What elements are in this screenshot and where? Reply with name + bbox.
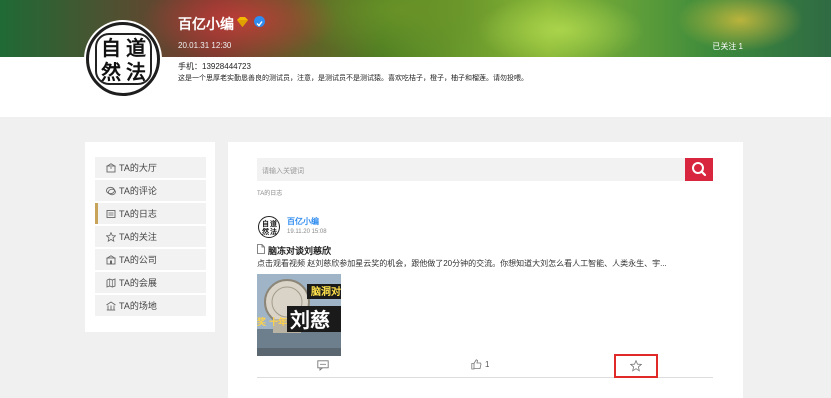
avatar-seal: 自 道 然 法 bbox=[95, 33, 152, 85]
post-title[interactable]: 脑冻对谈刘慈欣 bbox=[268, 244, 331, 257]
sidebar-item-hall[interactable]: TA的大厅 bbox=[95, 157, 206, 178]
post-timestamp: 19.11.20 15:08 bbox=[287, 229, 327, 235]
avatar-char: 自 bbox=[262, 219, 269, 228]
hall-icon bbox=[106, 162, 116, 172]
diamond-icon bbox=[237, 17, 248, 27]
sidebar-item-label: TA的会展 bbox=[119, 278, 157, 288]
expo-icon bbox=[106, 277, 116, 288]
sidebar-item-following[interactable]: TA的关注 bbox=[95, 226, 206, 247]
thumbnail-image: 脑洞对 刘慈 奖 十年 bbox=[257, 274, 341, 356]
registration-date: 20.01.31 12:30 bbox=[178, 41, 232, 50]
video-thumbnail[interactable]: 脑洞对 刘慈 奖 十年 bbox=[257, 274, 341, 356]
document-icon bbox=[257, 244, 265, 254]
username: 百亿小编 bbox=[178, 16, 234, 32]
sidebar: TA的大厅 TA的评论 TA的日志 TA的关注 TA的公司 TA的会展 TA的场… bbox=[85, 142, 215, 332]
sidebar-item-expo[interactable]: TA的会展 bbox=[95, 272, 206, 293]
sidebar-item-label: TA的日志 bbox=[119, 209, 157, 219]
like-button[interactable]: 1 bbox=[471, 359, 489, 370]
search-input[interactable]: 请输入关键词 bbox=[257, 158, 687, 181]
sidebar-item-label: TA的关注 bbox=[119, 232, 157, 242]
thumbnail-caption-top: 脑洞对 bbox=[311, 285, 341, 298]
star-icon bbox=[630, 360, 642, 372]
star-icon bbox=[106, 231, 116, 242]
search-icon bbox=[692, 162, 707, 177]
sidebar-item-label: TA的评论 bbox=[119, 186, 157, 196]
sidebar-item-label: TA的公司 bbox=[119, 255, 157, 265]
sidebar-item-company[interactable]: TA的公司 bbox=[95, 249, 206, 270]
log-icon bbox=[106, 209, 116, 218]
user-bio: 这是一个思厚老实勤恳善良的测试员，注意，是测试员不是测试猿。喜欢吃桔子，橙子，柚… bbox=[178, 75, 528, 82]
post-author-name[interactable]: 百亿小编 bbox=[287, 216, 319, 227]
comment-icon bbox=[106, 186, 116, 195]
follow-count[interactable]: 已关注 1 bbox=[712, 41, 743, 52]
avatar-char: 道 bbox=[270, 219, 277, 228]
avatar-char: 法 bbox=[126, 60, 146, 84]
avatar-char: 然 bbox=[101, 60, 121, 84]
favorite-button[interactable] bbox=[614, 354, 658, 378]
sidebar-item-comments[interactable]: TA的评论 bbox=[95, 180, 206, 201]
avatar-char: 然 bbox=[262, 227, 269, 236]
like-count: 1 bbox=[485, 360, 490, 369]
avatar-char: 道 bbox=[126, 36, 146, 60]
sidebar-item-label: TA的场地 bbox=[119, 301, 157, 311]
thumbnail-caption-main: 刘慈 bbox=[290, 308, 330, 332]
phone-number: 手机：13928444723 bbox=[178, 62, 251, 71]
thumbnail-caption-left: 奖 十年 bbox=[257, 316, 287, 328]
sidebar-item-venue[interactable]: TA的场地 bbox=[95, 295, 206, 316]
post-summary[interactable]: 点击观看视频 赵刘慈欣参加星云奖的机会，跟他做了20分钟的交流。你想知道大刘怎么… bbox=[257, 258, 667, 269]
breadcrumb: TA的日志 bbox=[257, 191, 283, 197]
thumbs-up-icon bbox=[471, 359, 482, 370]
post-author-avatar[interactable]: 自 道 然 法 bbox=[258, 216, 280, 238]
sidebar-item-log[interactable]: TA的日志 bbox=[95, 203, 206, 224]
post-actions: 1 bbox=[257, 354, 713, 378]
comment-icon[interactable] bbox=[317, 360, 329, 371]
user-avatar[interactable]: 自 道 然 法 bbox=[86, 22, 160, 96]
verified-icon bbox=[254, 16, 265, 27]
avatar-char: 法 bbox=[270, 227, 277, 236]
avatar-char: 自 bbox=[101, 36, 121, 60]
company-icon bbox=[106, 254, 116, 264]
sidebar-item-label: TA的大厅 bbox=[119, 163, 157, 173]
main-content: 请输入关键词 TA的日志 自 道 然 法 百亿小编 19.11.20 15:08… bbox=[228, 142, 743, 398]
venue-icon bbox=[106, 300, 116, 310]
search-button[interactable] bbox=[685, 158, 713, 181]
